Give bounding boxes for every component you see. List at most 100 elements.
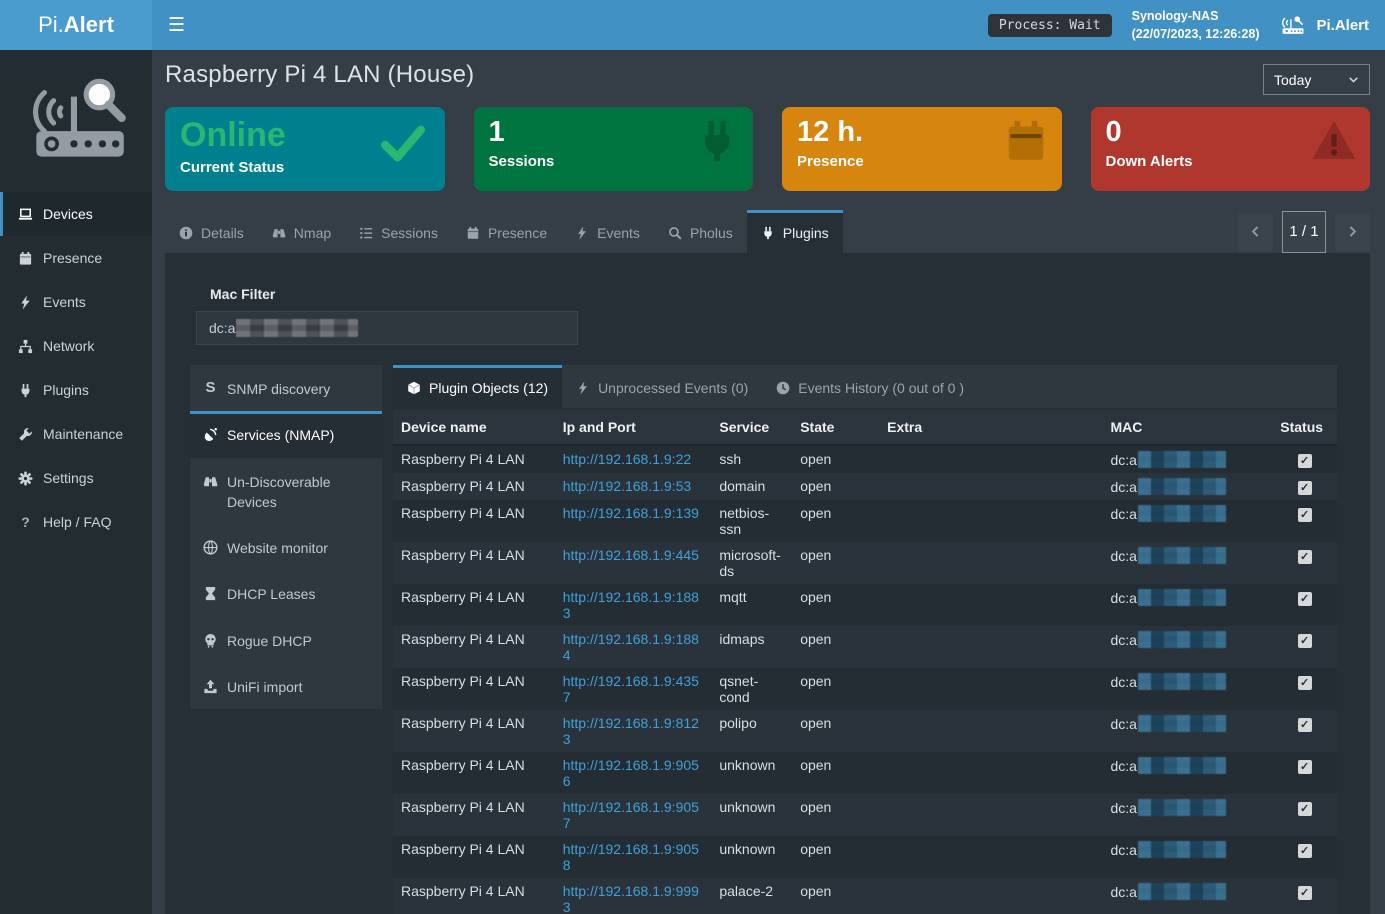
status-checkbox[interactable] [1298,550,1312,564]
ip-port-link[interactable]: http://192.168.1.9:1884 [563,631,699,663]
ip-port-link[interactable]: http://192.168.1.9:9058 [563,841,699,873]
status-checkbox[interactable] [1298,844,1312,858]
sidebar-toggle-icon[interactable]: ☰ [168,16,185,35]
plugin-nav-snmp-discovery[interactable]: S SNMP discovery [190,365,382,411]
status-checkbox[interactable] [1298,760,1312,774]
status-checkbox[interactable] [1298,634,1312,648]
ip-port-link[interactable]: http://192.168.1.9:8123 [563,715,699,747]
cell-extra [879,500,1102,542]
redacted-mac-blur [1138,451,1226,468]
tab-sessions[interactable]: Sessions [345,210,452,253]
redacted-mac-blur [236,319,358,337]
status-checkbox[interactable] [1298,718,1312,732]
sidebar-item-plugins[interactable]: Plugins [0,368,152,412]
plugin-nav-website-monitor[interactable]: Website monitor [190,524,382,570]
tab-label: Plugin Objects (12) [429,380,548,396]
plugin-nav-label: Website monitor [227,538,328,558]
mac-filter-input[interactable]: dc:a [196,311,578,345]
cell-mac: dc:a [1102,836,1272,878]
plugin-nav-dhcp-leases[interactable]: DHCP Leases [190,570,382,616]
cell-extra [879,445,1102,473]
cell-extra [879,542,1102,584]
tab-plugin-objects[interactable]: Plugin Objects (12) [393,365,562,408]
cell-extra [879,668,1102,710]
redacted-mac-blur [1138,757,1226,774]
plugin-nav-rogue-dhcp[interactable]: Rogue DHCP [190,617,382,663]
ip-port-link[interactable]: http://192.168.1.9:139 [563,505,699,521]
cell-service: unknown [711,794,792,836]
sidebar-item-events[interactable]: Events [0,280,152,324]
cell-service: polipo [711,710,792,752]
ip-port-link[interactable]: http://192.168.1.9:445 [563,547,699,563]
check-icon [377,121,429,165]
cell-service: netbios-ssn [711,500,792,542]
host-timestamp: (22/07/2023, 12:26:28) [1132,25,1260,43]
header-app-brand[interactable]: Pi.Alert [1279,15,1369,36]
next-page-button[interactable] [1335,213,1370,251]
ip-port-link[interactable]: http://192.168.1.9:9993 [563,883,699,914]
ip-port-link[interactable]: http://192.168.1.9:22 [563,451,691,467]
status-card-sessions: 1 Sessions [474,107,754,191]
ip-port-link[interactable]: http://192.168.1.9:1883 [563,589,699,621]
tab-label: Nmap [294,225,331,241]
table-row: Raspberry Pi 4 LAN http://192.168.1.9:53… [393,473,1337,500]
sidebar-item-maintenance[interactable]: Maintenance [0,412,152,456]
cell-extra [879,473,1102,500]
sidebar-item-help[interactable]: ? Help / FAQ [0,500,152,544]
status-checkbox[interactable] [1298,481,1312,495]
redacted-mac-blur [1138,799,1226,816]
ip-port-link[interactable]: http://192.168.1.9:4357 [563,673,699,705]
sidebar-item-settings[interactable]: Settings [0,456,152,500]
sidebar-item-network[interactable]: Network [0,324,152,368]
table-row: Raspberry Pi 4 LAN http://192.168.1.9:18… [393,626,1337,668]
tab-plugins[interactable]: Plugins [747,210,843,253]
router-icon [1279,15,1307,36]
period-select-value: Today [1274,72,1311,88]
brand-logo[interactable]: Pi.Alert [0,0,152,50]
cell-device: Raspberry Pi 4 LAN [393,836,555,878]
status-checkbox[interactable] [1298,454,1312,468]
status-checkbox[interactable] [1298,886,1312,900]
sidebar: Devices Presence Events Network Plugins … [0,50,152,914]
cell-service: unknown [711,752,792,794]
col-state: State [792,410,879,445]
sidebar-logo-image [0,50,152,192]
status-checkbox[interactable] [1298,676,1312,690]
status-checkbox[interactable] [1298,802,1312,816]
services-table: Device name Ip and Port Service State Ex… [393,410,1337,914]
tab-presence[interactable]: Presence [452,210,561,253]
ip-port-link[interactable]: http://192.168.1.9:9057 [563,799,699,831]
tab-events[interactable]: Events [561,210,654,253]
tab-unprocessed-events[interactable]: Unprocessed Events (0) [562,365,762,408]
ip-port-link[interactable]: http://192.168.1.9:53 [563,478,691,494]
status-checkbox[interactable] [1298,508,1312,522]
brand-prefix: Pi. [38,12,64,38]
cell-service: palace-2 [711,878,792,914]
tab-events-history[interactable]: Events History (0 out of 0 ) [762,365,978,408]
plugin-nav-undiscoverable-devices[interactable]: Un-Discoverable Devices [190,458,382,525]
cell-device: Raspberry Pi 4 LAN [393,584,555,626]
process-status-badge: Process: Wait [988,14,1112,37]
sidebar-item-label: Presence [43,250,102,266]
tab-nmap[interactable]: Nmap [258,210,345,253]
tab-pholus[interactable]: Pholus [654,210,747,253]
plugin-nav-services-nmap[interactable]: Services (NMAP) [190,411,382,457]
ip-port-link[interactable]: http://192.168.1.9:9056 [563,757,699,789]
sidebar-item-label: Settings [43,470,94,486]
chevron-right-icon [1346,225,1359,238]
plugin-nav-unifi-import[interactable]: UniFi import [190,663,382,709]
page-indicator: 1 / 1 [1282,211,1326,253]
tab-details[interactable]: Details [165,210,258,253]
status-checkbox[interactable] [1298,592,1312,606]
plugin-nav: S SNMP discovery Services (NMAP) Un-Disc… [190,365,382,709]
plugin-nav-label: Rogue DHCP [227,631,312,651]
sidebar-item-devices[interactable]: Devices [0,192,152,236]
cell-state: open [792,542,879,584]
period-select[interactable]: Today [1263,64,1370,95]
sidebar-item-presence[interactable]: Presence [0,236,152,280]
gear-icon [18,471,33,486]
plugins-panel: Mac Filter dc:a S SNMP discovery Service… [165,253,1370,914]
sidebar-item-label: Network [43,338,94,354]
sidebar-item-label: Plugins [43,382,89,398]
prev-page-button[interactable] [1238,213,1273,251]
